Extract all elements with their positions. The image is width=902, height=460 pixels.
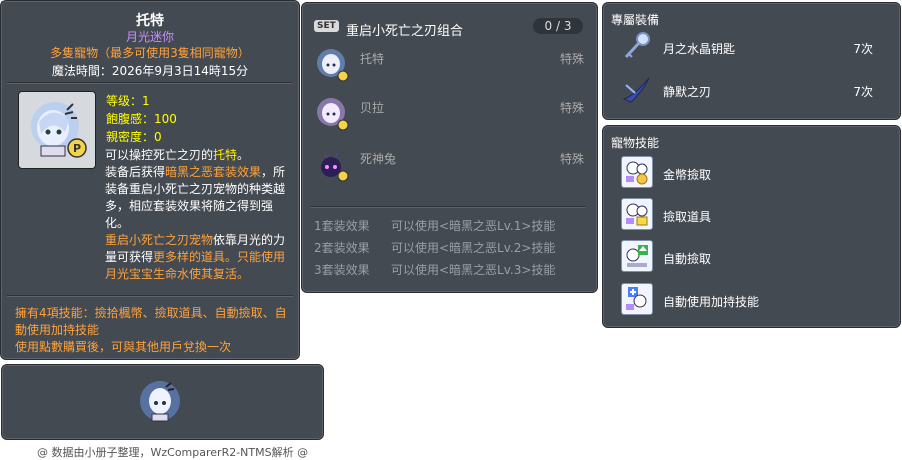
pet-description: 可以操控死亡之刃的托特。 装备后获得暗黑之恶套装效果，所装备重启小死亡之刃宠物的… — [105, 147, 290, 283]
blade-icon — [622, 77, 650, 103]
member-name: 托特 — [360, 52, 385, 66]
set-title: 重启小死亡之刃组合 — [346, 24, 464, 39]
desc-highlight: 重启小死亡之刃宠物 — [105, 233, 214, 247]
effect-text: 可以使用<暗黑之恶Lv.2>技能 — [391, 241, 556, 255]
pet-preview-panel — [1, 364, 324, 440]
desc-highlight: 托特 — [213, 148, 238, 162]
set-panel: SET 重启小死亡之刃组合 0 / 3 托特 特殊 贝拉 特殊 死神兔 特殊 1… — [301, 2, 598, 293]
skill-name: 自動使用加持技能 — [663, 295, 760, 309]
desc-text: 装备后获得 — [105, 165, 166, 179]
key-icon — [624, 32, 650, 59]
footer-credit: @ 数据由小册子整理，WzComparerR2-NTMS解析 @ — [37, 446, 309, 459]
member-type: 特殊 — [559, 152, 584, 166]
item-pickup-icon — [621, 198, 653, 230]
pet-name: 托特 — [136, 13, 164, 29]
skill-item[interactable]: 撿取道具 — [621, 198, 883, 232]
skills-summary: 擁有4項技能：撿拾楓幣、撿取道具、自動撿取、自動使用加持技能 — [15, 306, 287, 337]
pet-skills-panel: 寵物技能 金幣撿取 撿取道具 自動撿取 自動使用加持技能 — [602, 125, 901, 328]
skill-item[interactable]: 自動使用加持技能 — [621, 283, 883, 317]
set-effect: 3套装效果 可以使用<暗黑之恶Lv.3>技能 — [314, 261, 555, 278]
member-type: 特殊 — [559, 101, 584, 115]
divider — [7, 82, 293, 84]
skill-item[interactable]: 自動撿取 — [621, 240, 883, 274]
death-rabbit-pet-icon — [321, 151, 349, 182]
set-badge: SET — [314, 20, 339, 32]
effect-text: 可以使用<暗黑之恶Lv.1>技能 — [391, 219, 556, 233]
effect-label: 3套装效果 — [314, 263, 370, 277]
equip-count: 7次 — [853, 85, 873, 99]
equip-name: 月之水晶钥匙 — [663, 42, 736, 56]
divider — [310, 206, 586, 208]
stat-intimacy: 親密度：0 — [106, 130, 162, 144]
coin-pickup-icon — [621, 156, 653, 188]
divider — [7, 295, 293, 297]
desc-text: 。 — [237, 148, 250, 162]
set-member[interactable]: 贝拉 特殊 — [314, 96, 584, 136]
svg-text:P: P — [73, 142, 81, 155]
pet-preview-icon — [140, 381, 180, 422]
set-member[interactable]: 死神兔 特殊 — [314, 147, 584, 187]
set-effect: 2套装效果 可以使用<暗黑之恶Lv.2>技能 — [314, 239, 555, 256]
effect-text: 可以使用<暗黑之恶Lv.3>技能 — [391, 263, 556, 277]
skills-header: 寵物技能 — [611, 136, 660, 150]
skills-note: 擁有4項技能：撿拾楓幣、撿取道具、自動撿取、自動使用加持技能 使用點數購買後，可… — [15, 305, 290, 356]
set-count: 0 / 3 — [533, 18, 583, 34]
skill-name: 撿取道具 — [663, 210, 712, 224]
set-effect: 1套装效果 可以使用<暗黑之恶Lv.1>技能 — [314, 217, 555, 234]
stat-fullness: 飽腹感：100 — [106, 112, 177, 126]
member-name: 贝拉 — [360, 101, 385, 115]
skill-name: 自動撿取 — [663, 252, 712, 266]
member-type: 特殊 — [559, 52, 584, 66]
equip-item[interactable]: 月之水晶钥匙 7次 — [621, 30, 883, 64]
effect-label: 1套装效果 — [314, 219, 370, 233]
equip-name: 静默之刃 — [663, 85, 712, 99]
skill-name: 金幣撿取 — [663, 168, 712, 182]
auto-buff-icon — [621, 283, 653, 315]
desc-text: 可以操控死亡之刃的 — [105, 148, 214, 162]
exclusive-equip-panel: 專屬裝備 月之水晶钥匙 7次 静默之刃 7次 — [602, 2, 901, 120]
magic-time: 魔法時間：2026年9月3日14時15分 — [51, 64, 249, 78]
effect-label: 2套装效果 — [314, 241, 370, 255]
set-member[interactable]: 托特 特殊 — [314, 47, 584, 87]
pet-subtitle: 月光迷你 — [125, 30, 174, 44]
pet-portrait: P — [18, 91, 96, 169]
auto-pickup-icon — [621, 240, 653, 272]
equip-item[interactable]: 静默之刃 7次 — [621, 73, 883, 107]
pet-multi-note: 多隻寵物（最多可使用3隻相同寵物） — [50, 46, 250, 60]
bella-pet-icon — [317, 98, 349, 131]
stat-level: 等级：1 — [106, 94, 150, 108]
pet-sprite-icon: P — [31, 102, 87, 158]
member-name: 死神兔 — [360, 152, 397, 166]
transfer-note: 使用點數購買後，可與其他用戶兌換一次 — [15, 340, 232, 354]
equip-count: 7次 — [853, 42, 873, 56]
equip-header: 專屬裝備 — [611, 13, 660, 27]
desc-highlight: 暗黑之恶套装效果 — [165, 165, 262, 179]
toto-pet-icon — [317, 49, 349, 82]
skill-item[interactable]: 金幣撿取 — [621, 156, 883, 190]
desc-highlight: 更多样的道具 — [153, 250, 226, 264]
pet-info-panel: 托特 月光迷你 多隻寵物（最多可使用3隻相同寵物） 魔法時間：2026年9月3日… — [0, 0, 300, 360]
